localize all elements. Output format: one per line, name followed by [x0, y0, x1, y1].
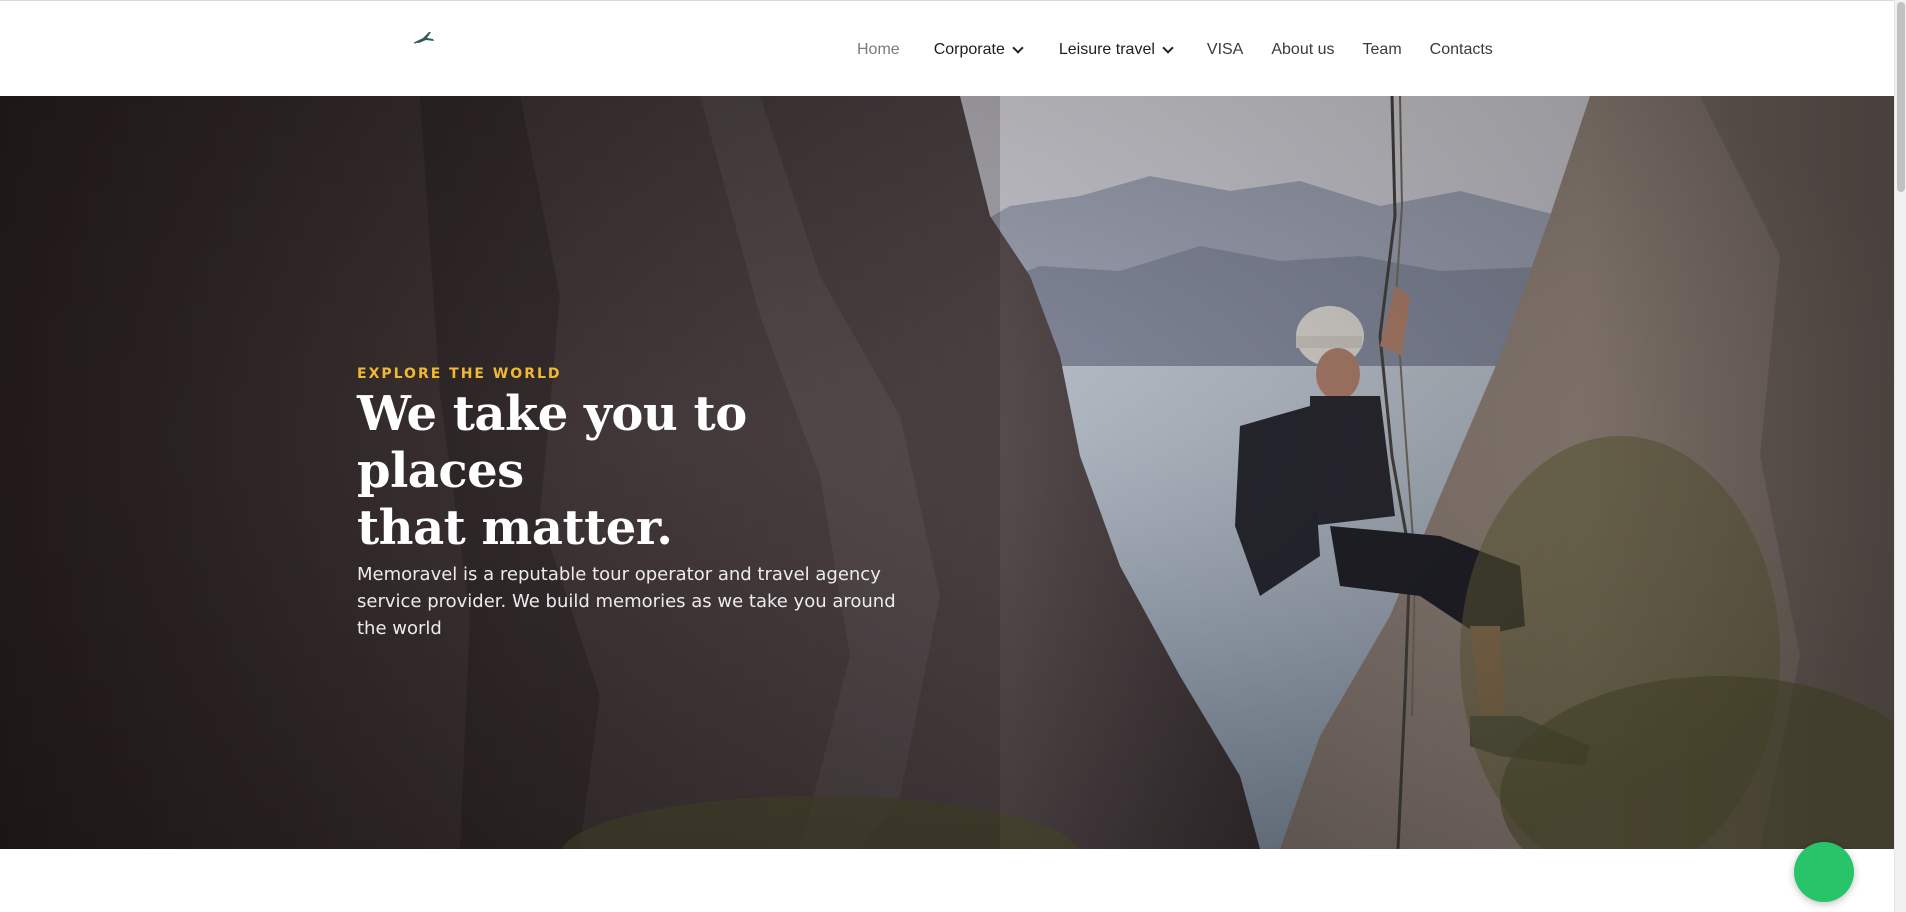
hero-headline-line1: We take you to places: [357, 386, 747, 499]
hero-kicker: EXPLORE THE WORLD: [357, 366, 562, 382]
nav-contacts-label: Contacts: [1429, 41, 1493, 58]
nav-home[interactable]: Home: [857, 41, 900, 59]
hero-headline-line2: that matter.: [357, 500, 673, 556]
nav-leisure-travel[interactable]: Leisure travel: [1058, 41, 1174, 59]
page: Home Corporate Leisure travel VISA About…: [0, 0, 1906, 912]
hero-text-block: EXPLORE THE WORLD We take you to places …: [357, 366, 917, 642]
nav-visa[interactable]: VISA: [1207, 41, 1243, 59]
nav-leisure-travel-label: Leisure travel: [1058, 41, 1155, 58]
chat-bubble-icon[interactable]: [1794, 842, 1854, 902]
hero-headline: We take you to places that matter.: [357, 386, 917, 557]
scrollbar-thumb[interactable]: [1897, 2, 1905, 192]
nav-corporate[interactable]: Corporate: [933, 41, 1024, 59]
nav-home-label: Home: [857, 41, 900, 58]
chevron-down-icon: [1162, 42, 1174, 54]
chevron-down-icon: [1012, 42, 1024, 54]
site-header: Home Corporate Leisure travel VISA About…: [0, 0, 1894, 96]
nav-about-us[interactable]: About us: [1271, 41, 1334, 59]
hero-background-image: [0, 96, 1894, 849]
nav-corporate-label: Corporate: [933, 41, 1005, 58]
nav-contacts[interactable]: Contacts: [1430, 41, 1493, 59]
main-nav: Home Corporate Leisure travel VISA About…: [857, 39, 1493, 61]
page-scrollbar[interactable]: [1894, 0, 1906, 912]
airplane-logo-icon[interactable]: [413, 29, 437, 45]
nav-visa-label: VISA: [1206, 41, 1244, 58]
nav-team[interactable]: Team: [1363, 41, 1402, 59]
nav-team-label: Team: [1362, 41, 1402, 58]
nav-about-us-label: About us: [1271, 41, 1335, 58]
hero-description: Memoravel is a reputable tour operator a…: [357, 564, 896, 639]
hero-section: EXPLORE THE WORLD We take you to places …: [0, 96, 1894, 849]
